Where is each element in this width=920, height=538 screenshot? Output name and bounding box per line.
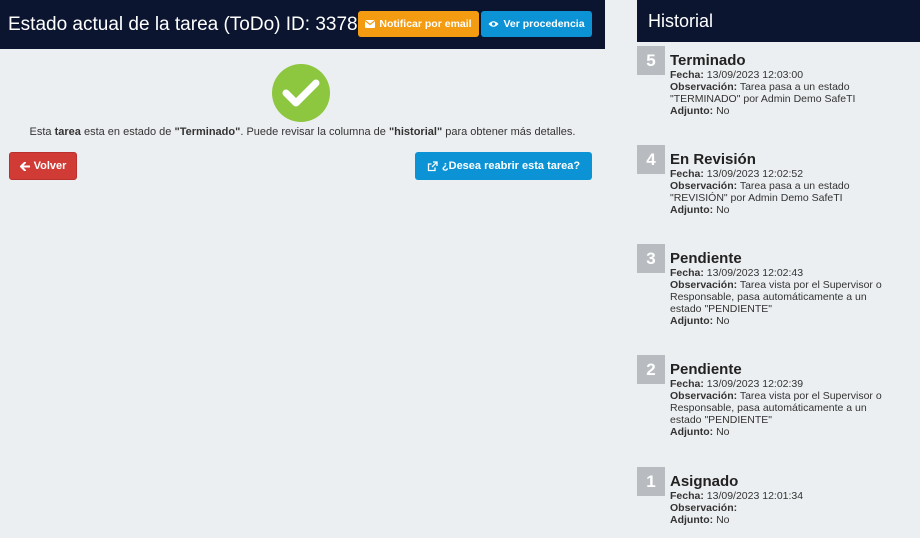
fecha-value: 13/09/2023 12:02:39 xyxy=(706,378,804,390)
history-entry-number: 5 xyxy=(637,46,665,75)
adjunto-value: No xyxy=(716,204,730,216)
history-entry-state: En Revisión xyxy=(670,151,756,168)
fecha-label: Fecha: xyxy=(670,267,704,279)
adjunto-label: Adjunto: xyxy=(670,514,714,526)
arrow-left-icon xyxy=(19,161,30,171)
fecha-label: Fecha: xyxy=(670,378,704,390)
status-text: . Puede revisar la columna de xyxy=(240,126,389,138)
back-label: Volver xyxy=(33,160,67,172)
history-entry-observation-cont: Responsable, pasa automáticamente a un xyxy=(670,291,867,303)
observacion-label: Observación: xyxy=(670,180,738,192)
observacion-label: Observación: xyxy=(670,502,738,514)
observacion-value: Tarea vista por el Supervisor o xyxy=(739,279,882,291)
fecha-label: Fecha: xyxy=(670,168,704,180)
fecha-value: 13/09/2023 12:02:52 xyxy=(706,168,804,180)
notify-email-label: Notificar por email xyxy=(379,18,472,30)
notify-email-button[interactable]: Notificar por email xyxy=(358,11,479,37)
observacion-label: Observación: xyxy=(670,390,738,402)
history-entry-date: Fecha: 13/09/2023 12:02:39 xyxy=(670,378,915,390)
adjunto-value: No xyxy=(716,514,730,526)
fecha-label: Fecha: xyxy=(670,490,704,502)
history-entry-body: Pendiente Fecha: 13/09/2023 12:02:39 Obs… xyxy=(670,361,915,438)
history-entry-observation: Observación: Tarea vista por el Supervis… xyxy=(670,390,915,402)
observacion-value: Tarea vista por el Supervisor o xyxy=(739,390,882,402)
history-entry-attachment: Adjunto: No xyxy=(670,426,915,438)
status-state-bold: "Terminado" xyxy=(174,126,241,138)
status-text: para obtener más detalles. xyxy=(442,126,576,138)
adjunto-value: No xyxy=(716,315,730,327)
back-button[interactable]: Volver xyxy=(9,152,77,180)
observacion-value: Tarea pasa a un estado xyxy=(739,180,850,192)
history-entry-body: Pendiente Fecha: 13/09/2023 12:02:43 Obs… xyxy=(670,250,915,327)
fecha-value: 13/09/2023 12:02:43 xyxy=(706,267,804,279)
observacion-label: Observación: xyxy=(670,81,738,93)
history-entry-attachment: Adjunto: No xyxy=(670,105,915,117)
history-entry-state: Pendiente xyxy=(670,361,742,378)
adjunto-label: Adjunto: xyxy=(670,204,714,216)
reopen-task-label: ¿Desea reabrir esta tarea? xyxy=(441,160,581,172)
history-entry-observation: Observación: Tarea pasa a un estado xyxy=(670,81,915,93)
history-entry-number: 1 xyxy=(637,467,665,496)
eye-icon xyxy=(488,21,499,27)
success-check-icon xyxy=(272,64,330,122)
history-entry-observation: Observación: xyxy=(670,502,915,514)
history-entry-date: Fecha: 13/09/2023 12:02:43 xyxy=(670,267,915,279)
historial-title: Historial xyxy=(648,10,714,31)
status-text: esta en estado de xyxy=(80,126,175,138)
status-message: Esta tarea esta en estado de "Terminado"… xyxy=(0,126,605,138)
view-procedencia-label: Ver procedencia xyxy=(503,18,585,30)
history-entry-observation-cont: estado "PENDIENTE" xyxy=(670,414,772,426)
history-entry-state: Pendiente xyxy=(670,250,742,267)
status-text: Esta xyxy=(29,126,55,138)
page-title: Estado actual de la tarea (ToDo) ID: 337… xyxy=(8,13,369,35)
history-entry-body: Asignado Fecha: 13/09/2023 12:01:34 Obse… xyxy=(670,473,915,526)
fecha-value: 13/09/2023 12:03:00 xyxy=(706,69,804,81)
envelope-icon xyxy=(365,20,376,28)
adjunto-label: Adjunto: xyxy=(670,315,714,327)
history-entry-attachment: Adjunto: No xyxy=(670,315,915,327)
view-procedencia-button[interactable]: Ver procedencia xyxy=(481,11,592,37)
adjunto-value: No xyxy=(716,426,730,438)
external-link-icon xyxy=(427,160,438,171)
history-entry-date: Fecha: 13/09/2023 12:01:34 xyxy=(670,490,915,502)
observacion-label: Observación: xyxy=(670,279,738,291)
adjunto-label: Adjunto: xyxy=(670,426,714,438)
history-entry-number: 2 xyxy=(637,355,665,384)
historial-panel: Historial 5 Terminado Fecha: 13/09/2023 … xyxy=(637,0,920,538)
history-entry-state: Asignado xyxy=(670,473,739,490)
history-entry-date: Fecha: 13/09/2023 12:02:52 xyxy=(670,168,915,180)
main-panel: Estado actual de la tarea (ToDo) ID: 337… xyxy=(0,0,605,538)
observacion-value: Tarea pasa a un estado xyxy=(739,81,850,93)
history-entry-observation-cont: "TERMINADO" por Admin Demo SafeTI xyxy=(670,93,856,105)
history-entry-observation-cont: "REVISIÓN" por Admin Demo SafeTI xyxy=(670,192,843,204)
history-entry-attachment: Adjunto: No xyxy=(670,204,915,216)
history-entry-number: 4 xyxy=(637,145,665,174)
adjunto-value: No xyxy=(716,105,730,117)
history-entry-observation: Observación: Tarea vista por el Supervis… xyxy=(670,279,915,291)
history-entry-body: Terminado Fecha: 13/09/2023 12:03:00 Obs… xyxy=(670,52,915,117)
historial-header: Historial xyxy=(637,0,920,42)
history-entry-body: En Revisión Fecha: 13/09/2023 12:02:52 O… xyxy=(670,151,915,216)
fecha-value: 13/09/2023 12:01:34 xyxy=(706,490,804,502)
history-entry-observation-cont: Responsable, pasa automáticamente a un xyxy=(670,402,867,414)
adjunto-label: Adjunto: xyxy=(670,105,714,117)
status-historial-bold: "historial" xyxy=(388,126,443,138)
history-entry-date: Fecha: 13/09/2023 12:03:00 xyxy=(670,69,915,81)
history-entry-attachment: Adjunto: No xyxy=(670,514,915,526)
status-text-bold: tarea xyxy=(54,126,81,138)
history-entry-observation: Observación: Tarea pasa a un estado xyxy=(670,180,915,192)
history-entry-state: Terminado xyxy=(670,52,746,69)
history-entry-observation-cont: estado "PENDIENTE" xyxy=(670,303,772,315)
fecha-label: Fecha: xyxy=(670,69,704,81)
reopen-task-button[interactable]: ¿Desea reabrir esta tarea? xyxy=(415,152,592,180)
history-entry-number: 3 xyxy=(637,244,665,273)
